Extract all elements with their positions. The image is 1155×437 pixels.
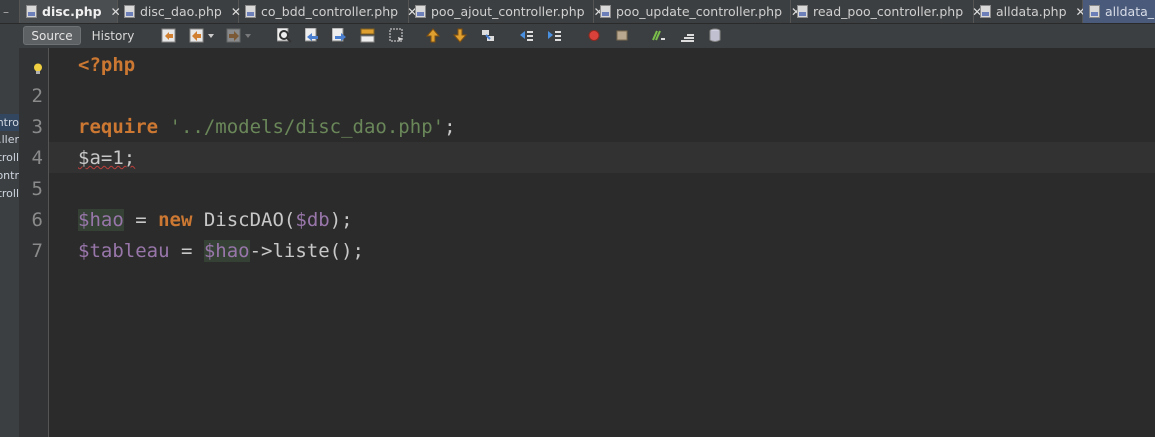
tab-label: poo_ajout_controller.php — [431, 4, 585, 19]
code-editor[interactable]: <?php require '../models/disc_dao.php'; … — [49, 48, 1155, 437]
last-edit-icon[interactable] — [161, 28, 176, 43]
toggle-highlight-icon[interactable] — [360, 28, 375, 43]
php-file-icon — [1089, 5, 1100, 18]
back-icon[interactable] — [189, 28, 217, 43]
method-call: ->liste(); — [249, 240, 364, 262]
project-tree-panel: ntro ller. troll ontr troll — [0, 48, 19, 437]
tab-label: alldata.php — [996, 4, 1067, 19]
php-file-icon — [415, 5, 426, 18]
project-tree-item[interactable]: ller. — [0, 131, 19, 148]
previous-bookmark-icon[interactable] — [426, 28, 441, 43]
code-line-4: $a=1; — [78, 147, 135, 169]
project-tree-item[interactable]: troll — [0, 185, 19, 202]
find-previous-icon[interactable] — [305, 28, 320, 43]
tab-disc-dao-php[interactable]: disc_dao.php ✕ — [118, 0, 241, 23]
tab-read-poo-controller-php[interactable]: read_poo_controller.php ✕ — [791, 0, 982, 23]
line-number: 2 — [31, 85, 43, 107]
shift-right-icon[interactable] — [547, 28, 562, 43]
php-file-icon — [124, 5, 135, 18]
editor-tab-bar: – disc.php ✕ disc_dao.php ✕ co_bdd_contr… — [0, 0, 1155, 24]
line-number: 4 — [31, 147, 43, 169]
project-tree-item[interactable]: ntro — [0, 114, 19, 131]
tab-poo-update-controller-php[interactable]: poo_update_controller.php ✕ — [594, 0, 801, 23]
statement-terminator: ; — [444, 116, 456, 138]
next-bookmark-icon[interactable] — [453, 28, 468, 43]
class-name: DiscDAO( — [192, 209, 296, 231]
tab-poo-ajout-controller-php[interactable]: poo_ajout_controller.php ✕ — [409, 0, 604, 23]
source-tab-button[interactable]: Source — [23, 26, 81, 45]
tab-label: alldata_p — [1105, 4, 1155, 19]
line-number: 5 — [31, 178, 43, 200]
line-number-gutter: 2 3 4 5 6 7 — [19, 48, 49, 437]
new-keyword: new — [158, 209, 193, 231]
call-close: ); — [329, 209, 353, 231]
shift-left-icon[interactable] — [519, 28, 534, 43]
require-path-string: '../models/disc_dao.php' — [169, 116, 445, 138]
forward-icon[interactable] — [226, 28, 254, 43]
variable-hao: $hao — [203, 240, 250, 262]
uncomment-icon[interactable] — [680, 28, 695, 43]
tab-alldata-php[interactable]: alldata.php ✕ — [974, 0, 1086, 23]
assign-operator: = — [169, 240, 204, 262]
require-keyword: require — [78, 116, 159, 138]
tab-label: read_poo_controller.php — [813, 4, 964, 19]
code-line-1: <?php — [78, 54, 135, 76]
project-tree-item[interactable]: troll — [0, 149, 19, 166]
tab-label: disc_dao.php — [140, 4, 222, 19]
line-number: 7 — [31, 240, 43, 262]
variable-tableau: $tableau — [78, 240, 170, 262]
tab-label: poo_update_controller.php — [616, 4, 783, 19]
assign-operator: = — [123, 209, 159, 231]
start-macro-icon[interactable] — [587, 28, 602, 43]
stop-macro-icon[interactable] — [615, 28, 630, 43]
php-file-icon — [600, 5, 611, 18]
find-next-icon[interactable] — [332, 28, 347, 43]
tab-menu-button[interactable]: – — [0, 0, 20, 23]
tab-label: co_bdd_controller.php — [261, 4, 399, 19]
toggle-bookmark-icon[interactable] — [481, 28, 496, 43]
code-line-7: $tableau = $hao->liste(); — [78, 240, 364, 262]
php-file-icon — [245, 5, 256, 18]
line-number: 6 — [31, 209, 43, 231]
project-tree-item[interactable]: ontr — [0, 167, 19, 184]
history-tab-button[interactable]: History — [86, 26, 140, 45]
variable-hao: $hao — [78, 209, 124, 231]
code-line-6: $hao = new DiscDAO($db); — [78, 209, 353, 231]
tab-alldata-p[interactable]: alldata_p — [1083, 0, 1155, 23]
variable-db: $db — [295, 209, 330, 231]
code-line-3: require '../models/disc_dao.php'; — [78, 116, 456, 138]
php-file-icon — [980, 5, 991, 18]
lightbulb-hint-icon[interactable] — [33, 60, 43, 74]
php-open-tag: <?php — [78, 54, 136, 76]
toggle-rect-selection-icon[interactable] — [389, 28, 404, 43]
tab-co-bdd-controller-php[interactable]: co_bdd_controller.php ✕ — [239, 0, 417, 23]
php-file-icon — [797, 5, 808, 18]
database-icon[interactable] — [708, 28, 723, 43]
tab-disc-php[interactable]: disc.php ✕ — [20, 0, 121, 23]
find-icon[interactable] — [277, 28, 292, 43]
comment-icon[interactable] — [651, 28, 666, 43]
line-number: 3 — [31, 116, 43, 138]
php-file-icon — [26, 5, 37, 18]
current-line-highlight — [49, 142, 1155, 173]
assignment-statement: $a=1; — [78, 147, 136, 169]
tab-label: disc.php — [42, 4, 102, 19]
editor-toolbar: Source History — [0, 24, 1155, 49]
